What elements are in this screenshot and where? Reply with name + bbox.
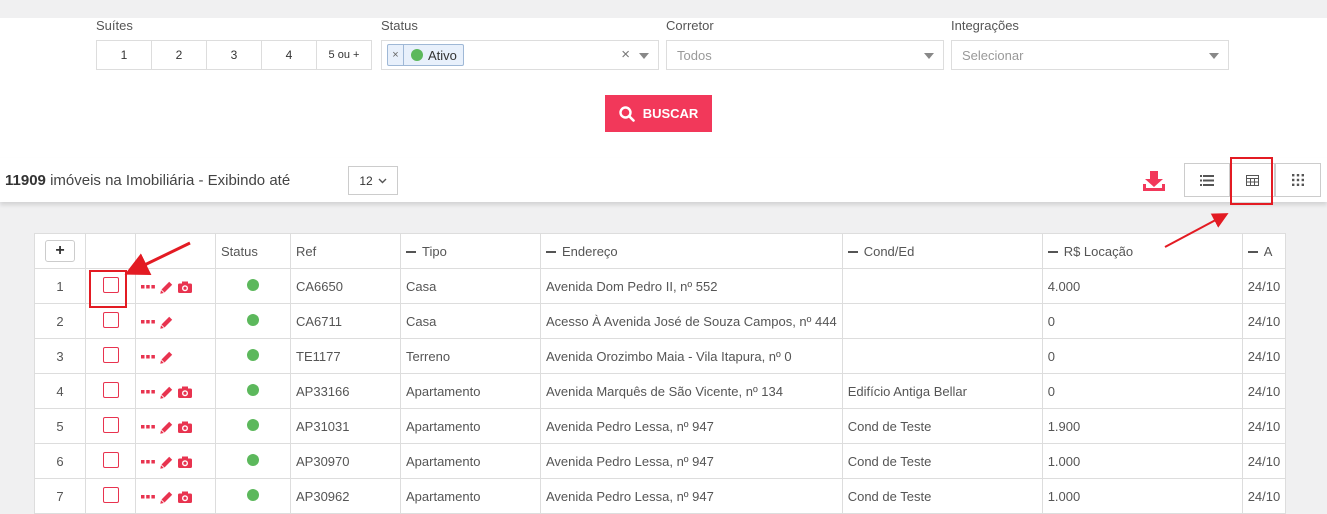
arrow-to-table-view [1164,213,1229,248]
arrow-to-checkbox [124,241,191,275]
annotation-arrows [124,213,1229,275]
